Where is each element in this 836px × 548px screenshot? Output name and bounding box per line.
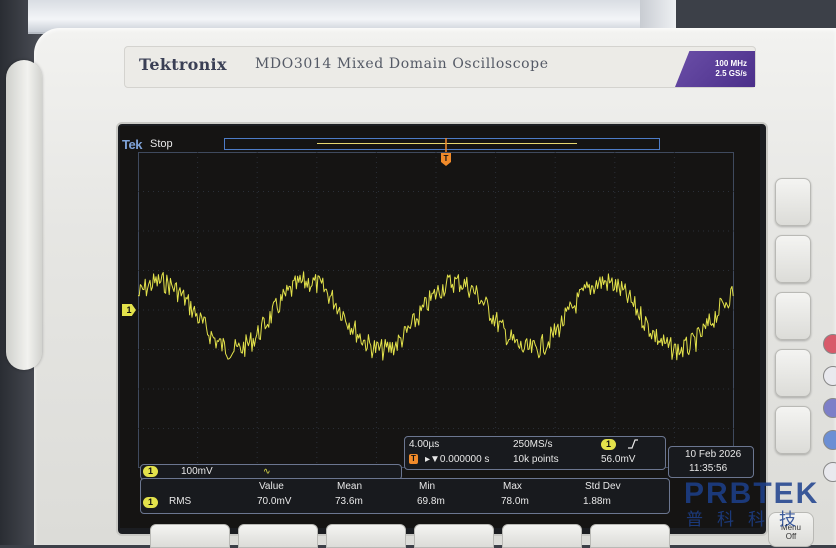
meas-channel-badge: 1 bbox=[143, 497, 159, 508]
ch1-scale: 100mV bbox=[181, 466, 213, 477]
meas-header-stddev: Std Dev bbox=[585, 481, 621, 492]
meas-value: 70.0mV bbox=[257, 496, 292, 507]
meas-mean: 73.6m bbox=[335, 496, 363, 507]
trigger-delay: ▸▼0.000000 s bbox=[425, 454, 490, 465]
meas-header-mean: Mean bbox=[337, 481, 363, 492]
side-menu-button-4[interactable] bbox=[775, 349, 811, 397]
ch-button-blue[interactable] bbox=[823, 430, 836, 450]
watermark-text-en: PRBTEK bbox=[684, 477, 820, 510]
brand-logo: Tektronix bbox=[139, 55, 227, 74]
bottom-menu-button-1[interactable] bbox=[150, 524, 230, 548]
meas-max: 78.0m bbox=[501, 496, 529, 507]
tek-logo: Tek bbox=[122, 137, 142, 152]
model-name: MDO3014 Mixed Domain Oscilloscope bbox=[255, 56, 549, 72]
ch-button-white[interactable] bbox=[823, 366, 836, 386]
watermark-text-cn: 普科科技 bbox=[686, 510, 810, 529]
side-menu-button-2[interactable] bbox=[775, 235, 811, 283]
bandwidth-limit-icon: ∿ bbox=[263, 466, 271, 476]
ch-button-purple[interactable] bbox=[823, 398, 836, 418]
watermark: PRBTEK 普科科技 bbox=[684, 478, 834, 530]
meas-header-min: Min bbox=[419, 481, 436, 492]
time: 11:35:56 bbox=[689, 463, 728, 474]
waveform-plot[interactable] bbox=[138, 152, 734, 468]
ch1-ground-marker[interactable]: 1 bbox=[122, 304, 136, 316]
bottom-menu-button-6[interactable] bbox=[590, 524, 670, 548]
side-menu-button-1[interactable] bbox=[775, 178, 811, 226]
spec-badge: 100 MHz 2.5 GS/s bbox=[675, 51, 755, 87]
sample-rate: 250MS/s bbox=[513, 439, 553, 450]
rising-edge-icon bbox=[628, 439, 638, 449]
meas-stddev: 1.88m bbox=[583, 496, 611, 507]
bottom-menu-button-4[interactable] bbox=[414, 524, 494, 548]
menu-off-label-line2: Off bbox=[785, 532, 797, 541]
record-length: 10k points bbox=[513, 454, 559, 465]
trigger-level: 56.0mV bbox=[601, 454, 636, 465]
side-menu-button-5[interactable] bbox=[775, 406, 811, 454]
time-per-div: 4.00µs bbox=[409, 439, 440, 450]
trigger-marker: T bbox=[409, 454, 418, 464]
meas-header-max: Max bbox=[503, 481, 522, 492]
bandwidth-label: 100 MHz bbox=[714, 59, 747, 68]
bottom-menu-button-2[interactable] bbox=[238, 524, 318, 548]
trigger-source-badge: 1 bbox=[601, 439, 617, 450]
ch-button-red[interactable] bbox=[823, 334, 836, 354]
datetime-readout: 10 Feb 2026 11:35:56 bbox=[668, 446, 754, 478]
meas-min: 69.8m bbox=[417, 496, 445, 507]
scope-display: Tek Stop T 1 4.00µs T ▸▼0.000000 s 250MS… bbox=[120, 126, 760, 528]
date: 10 Feb 2026 bbox=[685, 449, 742, 460]
bottom-menu-button-3[interactable] bbox=[326, 524, 406, 548]
horizontal-readout[interactable]: 4.00µs T ▸▼0.000000 s 250MS/s 10k points… bbox=[404, 436, 666, 470]
meas-header-value: Value bbox=[259, 481, 284, 492]
measurement-table[interactable]: Value Mean Min Max Std Dev 1 RMS 70.0mV … bbox=[140, 478, 670, 514]
side-menu-button-3[interactable] bbox=[775, 292, 811, 340]
graticule-frame bbox=[138, 152, 734, 468]
meas-type: RMS bbox=[169, 496, 192, 507]
ch1-badge: 1 bbox=[143, 466, 159, 477]
graticule bbox=[138, 152, 734, 468]
bottom-menu-button-5[interactable] bbox=[502, 524, 582, 548]
ch1-waveform bbox=[138, 271, 734, 361]
brand-strip: Tektronix MDO3014 Mixed Domain Oscillosc… bbox=[124, 46, 756, 88]
acquisition-state: Stop bbox=[150, 138, 173, 150]
carry-handle bbox=[6, 60, 42, 370]
sample-rate-label: 2.5 GS/s bbox=[715, 69, 747, 78]
